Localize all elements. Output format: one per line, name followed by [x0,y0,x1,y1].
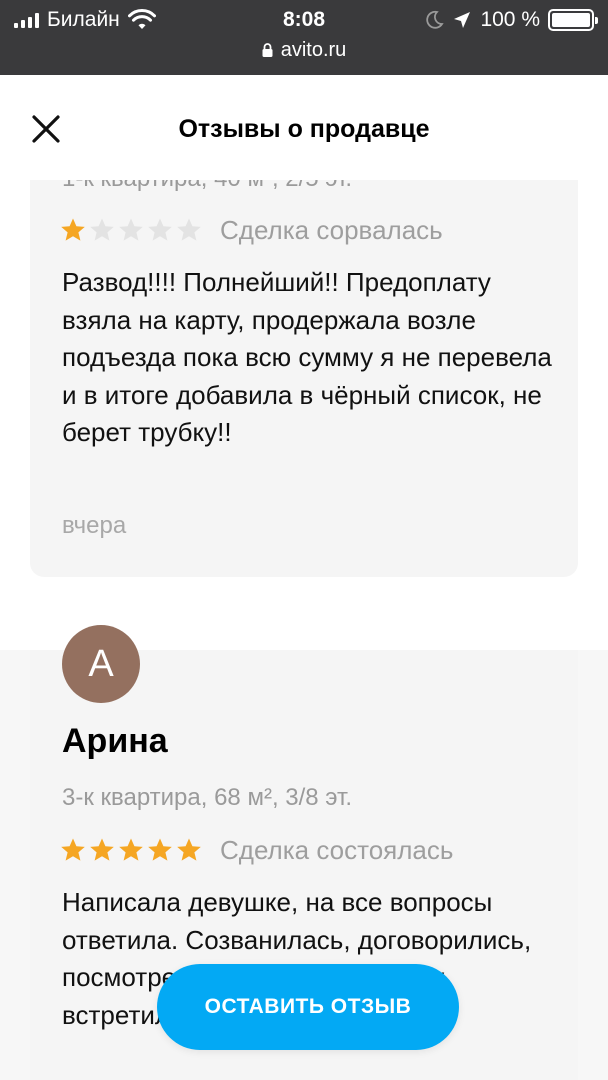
star-rating [60,217,202,243]
lock-icon [262,43,273,57]
deal-status: Сделка сорвалась [220,215,443,245]
rating-row: Сделка состоялась [60,835,453,865]
address-bar[interactable]: avito.ru [0,37,608,63]
battery-percent: 100 % [480,8,540,31]
deal-status: Сделка состоялась [220,835,454,865]
star-filled-icon [148,838,172,861]
star-filled-icon [61,218,85,241]
star-empty-icon [148,218,172,241]
star-empty-icon [177,218,201,241]
star-rating [60,837,202,863]
battery-icon [548,9,598,31]
star-filled-icon [90,838,114,861]
star-filled-icon [61,838,85,861]
star-empty-icon [119,218,143,241]
star-filled-icon [119,838,143,861]
leave-review-button[interactable]: ОСТАВИТЬ ОТЗЫВ [157,964,459,1050]
review-text: Развод!!!! Полнейший!! Предоплату взяла … [62,267,552,447]
rating-row: Сделка сорвалась [60,215,443,245]
status-bar: Билайн 8:08 avito.ru 100 % [0,0,608,75]
page-title: Отзывы о продавце [178,115,430,143]
location-arrow-icon [454,12,471,28]
author-name[interactable]: Арина [62,720,168,762]
moon-icon [426,10,445,29]
status-right: 100 % [424,6,598,34]
page-header: Отзывы о продавце [0,75,608,180]
url-text: avito.ru [280,39,347,61]
star-filled-icon [177,838,201,861]
battery-fill [552,13,590,27]
avatar[interactable]: А [62,625,140,703]
review-date: вчера [62,512,127,539]
star-empty-icon [90,218,114,241]
review-details: 3-к квартира, 68 м², 3/8 эт. [62,784,353,811]
